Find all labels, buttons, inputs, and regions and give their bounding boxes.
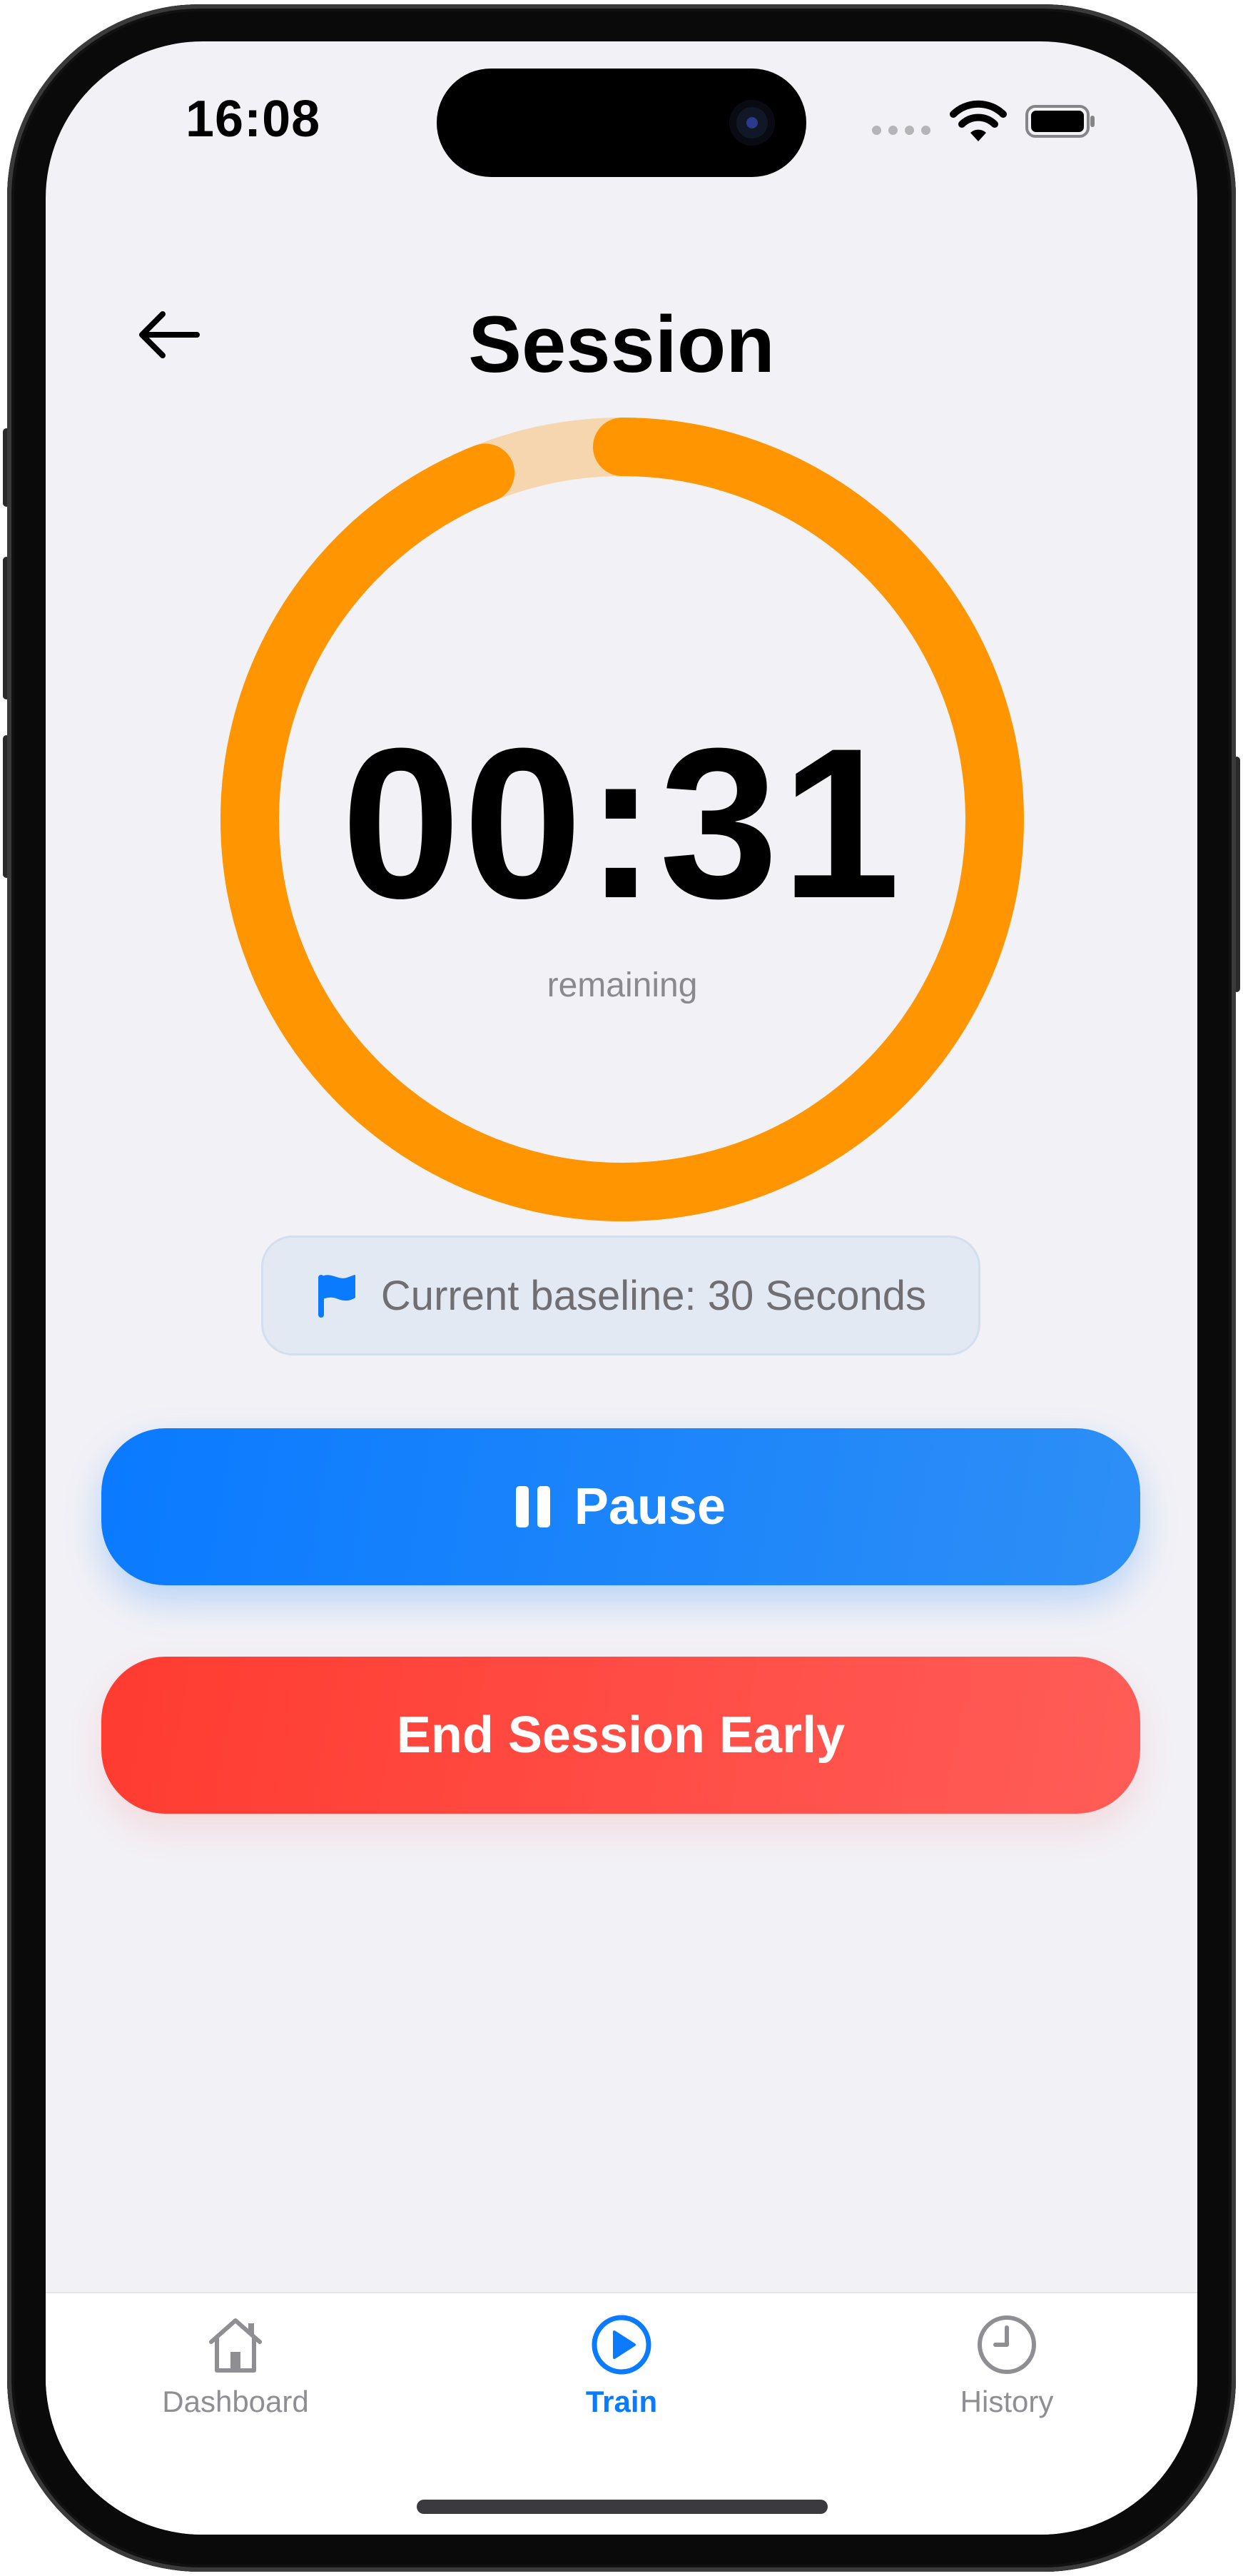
wifi-icon <box>950 100 1007 141</box>
cellular-signal-icon <box>872 126 930 135</box>
baseline-label: Current baseline: 30 Seconds <box>380 1272 927 1319</box>
timer-display: 00:31 <box>341 703 903 943</box>
page-title: Session <box>468 300 775 389</box>
timer-caption: remaining <box>547 966 698 1004</box>
device-frame: 16:08 Session 00:31 remaining Current ba… <box>0 0 1243 2576</box>
dynamic-island <box>437 69 806 177</box>
play-circle-icon <box>592 2315 651 2375</box>
tab-bar: Dashboard Train History <box>46 2292 1197 2535</box>
pause-icon <box>515 1486 550 1527</box>
house-icon <box>209 2318 262 2373</box>
clock-icon <box>978 2315 1036 2374</box>
tab-train[interactable]: Train <box>514 2310 729 2419</box>
tab-dashboard[interactable]: Dashboard <box>128 2310 343 2419</box>
pause-button-label: Pause <box>574 1478 726 1535</box>
end-session-button-label: End Session Early <box>396 1707 846 1764</box>
countdown-timer: 00:31 remaining <box>220 418 1024 1221</box>
baseline-chip: Current baseline: 30 Seconds <box>261 1236 980 1355</box>
battery-icon <box>1025 105 1095 138</box>
tab-history[interactable]: History <box>900 2310 1114 2419</box>
pause-button[interactable]: Pause <box>101 1428 1140 1585</box>
status-time: 16:08 <box>186 91 321 148</box>
home-indicator <box>417 2500 828 2514</box>
tab-train-label: Train <box>585 2385 658 2418</box>
tab-history-label: History <box>960 2385 1054 2418</box>
flag-icon <box>318 1275 355 1318</box>
app-screen: 16:08 Session 00:31 remaining Current ba… <box>46 41 1197 2535</box>
nav-header: Session <box>46 270 1197 389</box>
tab-dashboard-label: Dashboard <box>162 2385 309 2418</box>
status-bar: 16:08 <box>46 41 1197 206</box>
front-camera <box>729 100 775 146</box>
end-session-button[interactable]: End Session Early <box>101 1657 1140 1814</box>
